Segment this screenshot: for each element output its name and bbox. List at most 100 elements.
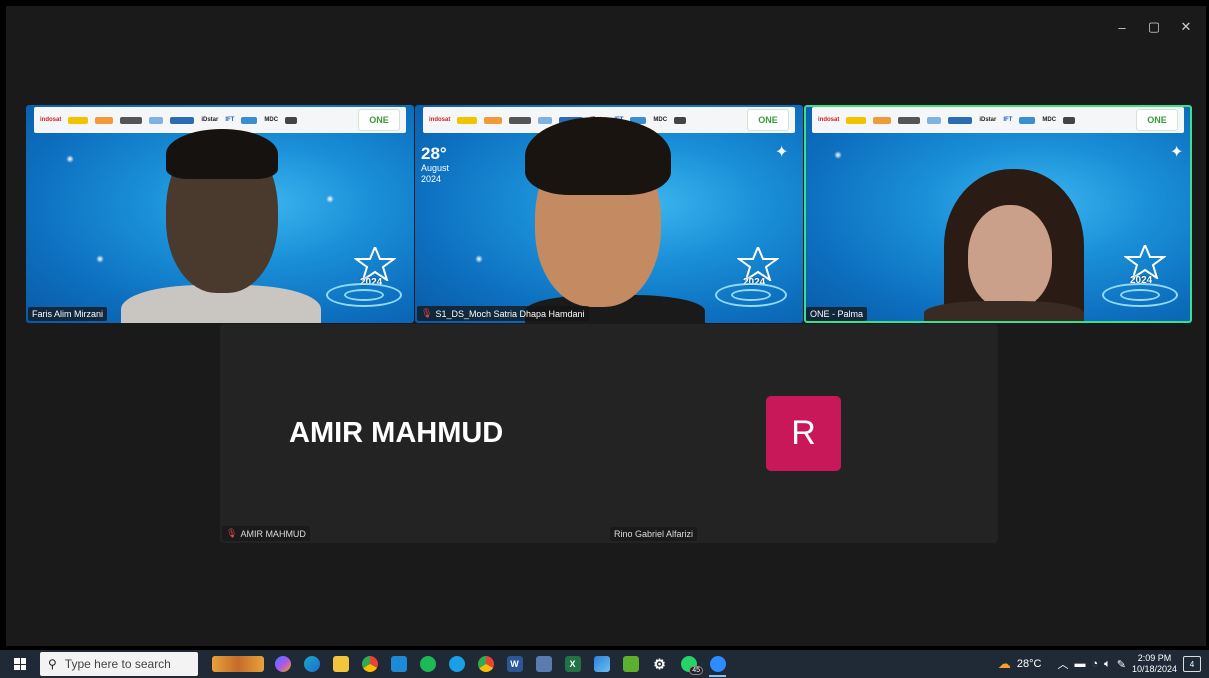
show-hidden-icons-chevron-icon[interactable]: ︿ bbox=[1057, 656, 1068, 672]
sponsor-logo bbox=[927, 116, 942, 124]
edge-icon bbox=[303, 656, 320, 672]
battery-icon[interactable]: ▬ bbox=[1074, 658, 1085, 670]
sponsor-logo bbox=[170, 116, 195, 124]
system-clock[interactable]: 2:09 PM 10/18/2024 bbox=[1132, 653, 1177, 675]
notification-count: 4 bbox=[1189, 659, 1195, 669]
sponsor-logo: MDC bbox=[653, 117, 668, 123]
taskbar-whatsapp[interactable]: 45 bbox=[674, 650, 703, 678]
app-icon bbox=[622, 656, 639, 672]
taskbar-chrome[interactable] bbox=[355, 650, 384, 678]
one-brand-logo: ONE bbox=[747, 109, 789, 131]
sponsor-logo: indosat bbox=[429, 117, 451, 123]
sponsor-logo: indosat bbox=[40, 117, 62, 123]
folder-icon bbox=[332, 656, 349, 672]
taskbar-copilot[interactable] bbox=[268, 650, 297, 678]
sponsor-logo bbox=[898, 116, 921, 124]
event-date-year: 2024 bbox=[421, 174, 442, 184]
sparkle-decoration: ✦ bbox=[1170, 144, 1184, 161]
taskbar-app-green[interactable] bbox=[616, 650, 645, 678]
clock-date: 10/18/2024 bbox=[1131, 664, 1177, 674]
taskbar-settings[interactable]: ⚙ bbox=[645, 650, 674, 678]
ring-decoration bbox=[731, 289, 771, 301]
taskbar-spotify[interactable] bbox=[413, 650, 442, 678]
chrome-profile-icon bbox=[477, 656, 494, 672]
sponsor-logo: indosat bbox=[818, 117, 840, 123]
sparkle-decoration bbox=[96, 255, 104, 263]
mic-muted-icon: 🎙︎ bbox=[226, 528, 238, 538]
spotify-icon bbox=[419, 656, 436, 672]
participant-name-label: Rino Gabriel Alfarizi bbox=[610, 527, 698, 541]
gear-icon: ⚙ bbox=[653, 655, 666, 672]
participant-name: Rino Gabriel Alfarizi bbox=[614, 529, 694, 539]
sponsor-logo bbox=[484, 116, 503, 124]
weather-icon[interactable]: ☁ bbox=[998, 656, 1011, 672]
taskbar-file-explorer[interactable] bbox=[326, 650, 355, 678]
event-date-month: August bbox=[421, 163, 450, 173]
taskbar-photos[interactable] bbox=[587, 650, 616, 678]
video-tile-faris[interactable]: indosat iDstar IFT MDC ONE 2024 Faris Al… bbox=[26, 105, 414, 323]
photos-icon bbox=[593, 656, 610, 672]
windows-taskbar: ⚲ Type here to search W X ⚙ 45 ☁ 28°C ︿ … bbox=[0, 650, 1209, 678]
sponsor-logo bbox=[1063, 116, 1076, 124]
participant-name: ONE - Palma bbox=[810, 309, 864, 319]
sponsor-logo bbox=[149, 116, 164, 124]
video-tile-audio-only[interactable]: AMIR MAHMUD R 🎙︎ AMIR MAHMUD Rino Gabrie… bbox=[220, 324, 998, 543]
minimize-button[interactable]: – bbox=[1108, 16, 1136, 38]
taskbar-widget-holiday[interactable] bbox=[208, 650, 268, 678]
sponsor-logo bbox=[68, 116, 89, 124]
taskbar-app-icons: W X ⚙ 45 bbox=[208, 650, 732, 678]
sparkle-decoration bbox=[834, 151, 842, 159]
window-controls: – ▢ ✕ bbox=[1108, 16, 1200, 38]
taskbar-app-slate[interactable] bbox=[529, 650, 558, 678]
sponsor-logo bbox=[538, 116, 553, 124]
participant-name: AMIR MAHMUD bbox=[240, 528, 306, 539]
taskbar-word[interactable]: W bbox=[500, 650, 529, 678]
avatar: R bbox=[766, 396, 841, 471]
restore-button[interactable]: ▢ bbox=[1140, 16, 1168, 38]
holiday-illustration-icon bbox=[212, 656, 264, 672]
sponsor-logo bbox=[120, 116, 143, 124]
weather-temperature[interactable]: 28°C bbox=[1017, 658, 1042, 670]
pen-icon[interactable]: ✎ bbox=[1117, 658, 1126, 671]
video-tile-palma[interactable]: indosat iDstar IFT MDC ONE ✦ 2024 ONE - … bbox=[804, 105, 1192, 323]
close-button[interactable]: ✕ bbox=[1172, 16, 1200, 38]
sparkle-decoration: ✦ bbox=[775, 144, 789, 161]
event-date: 28° August 2024 bbox=[421, 145, 449, 185]
idstar-star-logo bbox=[735, 244, 781, 283]
taskbar-chrome-profile[interactable] bbox=[471, 650, 500, 678]
taskbar-excel[interactable]: X bbox=[558, 650, 587, 678]
sponsor-logo: MDC bbox=[264, 117, 279, 123]
sparkle-decoration bbox=[66, 155, 74, 163]
one-brand-logo: ONE bbox=[1136, 109, 1178, 131]
taskbar-vscode[interactable] bbox=[384, 650, 413, 678]
zoom-icon bbox=[709, 656, 726, 672]
participant-name: Faris Alim Mirzani bbox=[32, 309, 104, 319]
sponsor-logo bbox=[873, 116, 892, 124]
sponsor-logo bbox=[509, 116, 532, 124]
video-tile-satria[interactable]: indosat iDstar IFT MDC ONE 28° August 20… bbox=[415, 105, 803, 323]
display-name-placeholder: AMIR MAHMUD bbox=[289, 417, 504, 449]
event-banner: indosat iDstar IFT MDC ONE bbox=[812, 107, 1184, 133]
network-icon[interactable]: ◔ bbox=[1091, 658, 1098, 670]
taskbar-zoom[interactable] bbox=[703, 650, 732, 678]
start-button[interactable] bbox=[0, 650, 40, 678]
sponsor-logo: IFT bbox=[1003, 117, 1013, 123]
sponsor-logo bbox=[674, 116, 687, 124]
sponsor-logo bbox=[241, 116, 258, 124]
notification-center-icon[interactable]: 4 bbox=[1183, 656, 1201, 672]
ring-decoration bbox=[1120, 289, 1160, 301]
participant-name-label: ONE - Palma bbox=[806, 307, 868, 321]
system-tray: ☁ 28°C ︿ ▬ ◔ 🔈︎ ✎ 2:09 PM 10/18/2024 4 bbox=[998, 650, 1209, 678]
participant-name: S1_DS_Moch Satria Dhapa Hamdani bbox=[435, 308, 585, 319]
taskbar-app-blue[interactable] bbox=[442, 650, 471, 678]
participant-name-label: 🎙︎ AMIR MAHMUD bbox=[222, 526, 310, 541]
taskbar-search-box[interactable]: ⚲ Type here to search bbox=[40, 652, 198, 676]
taskbar-edge[interactable] bbox=[297, 650, 326, 678]
sponsor-logo bbox=[846, 116, 867, 124]
sponsor-logo bbox=[948, 116, 973, 124]
windows-logo-icon bbox=[14, 658, 26, 670]
whatsapp-unread-badge: 45 bbox=[689, 666, 703, 675]
ring-decoration bbox=[344, 289, 384, 301]
volume-icon[interactable]: 🔈︎ bbox=[1104, 658, 1111, 671]
idstar-star-logo bbox=[352, 244, 398, 283]
